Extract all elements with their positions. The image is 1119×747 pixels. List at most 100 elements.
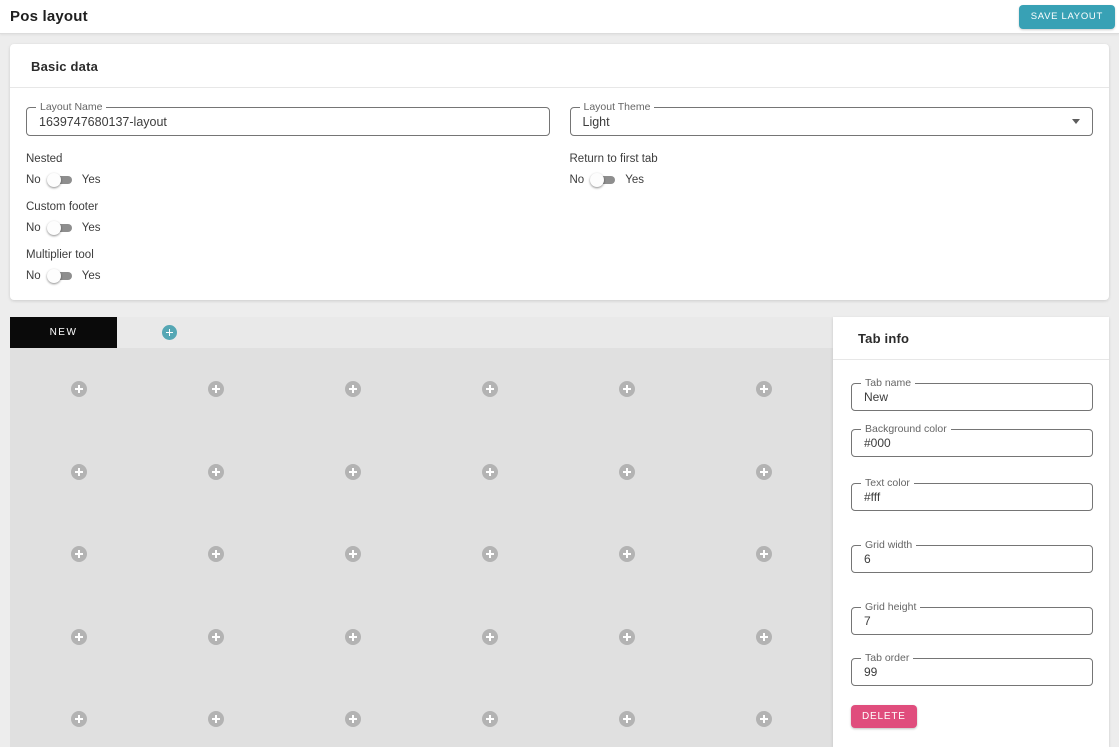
grid-canvas	[10, 348, 833, 747]
tab-order-label: Tab order	[861, 652, 913, 664]
add-item-icon	[756, 464, 772, 480]
toggle-nested-on-label: Yes	[82, 174, 101, 186]
grid-width-field: Grid width	[851, 545, 1093, 573]
toggle-custom-footer-off-label: No	[26, 222, 41, 234]
toggle-nested: Nested No Yes	[26, 153, 550, 186]
layout-theme-value: Light	[571, 115, 1073, 129]
add-item-icon	[345, 546, 361, 562]
grid-cell[interactable]	[559, 678, 696, 747]
add-item-icon	[482, 711, 498, 727]
toggle-return-to-first-tab-off-label: No	[570, 174, 585, 186]
grid-cell[interactable]	[422, 678, 559, 747]
toggle-return-to-first-tab: Return to first tab No Yes	[570, 153, 1094, 186]
add-item-icon	[345, 381, 361, 397]
add-item-icon	[345, 629, 361, 645]
grid-cell[interactable]	[284, 678, 421, 747]
add-item-icon	[619, 629, 635, 645]
add-item-icon	[208, 629, 224, 645]
grid-cell[interactable]	[696, 513, 833, 596]
grid-cell[interactable]	[147, 431, 284, 514]
save-layout-button[interactable]: SAVE LAYOUT	[1019, 5, 1115, 29]
grid-height-label: Grid height	[861, 601, 920, 613]
grid-cell[interactable]	[10, 513, 147, 596]
add-item-icon	[71, 381, 87, 397]
tab-bar: NEW	[10, 317, 833, 348]
grid-cell[interactable]	[284, 348, 421, 431]
delete-tab-button[interactable]: DELETE	[851, 705, 917, 728]
add-item-icon	[756, 711, 772, 727]
grid-cell[interactable]	[696, 348, 833, 431]
grid-cell[interactable]	[284, 431, 421, 514]
plus-icon	[162, 325, 177, 340]
tab-name-field: Tab name	[851, 383, 1093, 411]
tab-name-label: Tab name	[861, 377, 915, 389]
grid-cell[interactable]	[10, 678, 147, 747]
layout-theme-label: Layout Theme	[580, 101, 655, 113]
basic-data-title: Basic data	[10, 44, 1109, 87]
grid-cell[interactable]	[10, 431, 147, 514]
add-item-icon	[482, 629, 498, 645]
grid-cell[interactable]	[10, 348, 147, 431]
text-color-field: Text color	[851, 483, 1093, 511]
grid-cell[interactable]	[147, 596, 284, 679]
tab-info-panel: Tab info Tab name Background color Text …	[833, 317, 1109, 747]
add-item-icon	[208, 381, 224, 397]
add-item-icon	[756, 629, 772, 645]
add-tab-button[interactable]	[162, 325, 177, 340]
grid-cell[interactable]	[284, 596, 421, 679]
add-item-icon	[756, 381, 772, 397]
toggle-multiplier-tool-off-label: No	[26, 270, 41, 282]
tab-new[interactable]: NEW	[10, 317, 117, 348]
custom-footer-switch[interactable]	[50, 224, 72, 232]
add-item-icon	[756, 546, 772, 562]
grid-cell[interactable]	[696, 678, 833, 747]
layout-theme-select[interactable]: Layout Theme Light	[570, 107, 1094, 136]
layout-editor: NEW Tab info Tab name Background color T…	[10, 317, 1109, 747]
add-item-icon	[71, 711, 87, 727]
grid-width-label: Grid width	[861, 539, 916, 551]
toggle-nested-label: Nested	[26, 153, 550, 165]
toggle-nested-off-label: No	[26, 174, 41, 186]
grid-cell[interactable]	[696, 431, 833, 514]
add-item-icon	[208, 464, 224, 480]
return-to-first-tab-switch[interactable]	[593, 176, 615, 184]
toggle-multiplier-tool: Multiplier tool No Yes	[26, 249, 550, 282]
layout-name-label: Layout Name	[36, 101, 106, 113]
multiplier-tool-switch[interactable]	[50, 272, 72, 280]
toggle-return-to-first-tab-on-label: Yes	[625, 174, 644, 186]
page-title: Pos layout	[10, 8, 88, 25]
grid-cell[interactable]	[559, 596, 696, 679]
grid-cell[interactable]	[147, 513, 284, 596]
grid-cell[interactable]	[696, 596, 833, 679]
chevron-down-icon	[1072, 119, 1080, 124]
layout-name-field: Layout Name	[26, 107, 550, 136]
grid-pane: NEW	[10, 317, 833, 747]
grid-cell[interactable]	[147, 678, 284, 747]
nested-switch[interactable]	[50, 176, 72, 184]
grid-cell[interactable]	[422, 596, 559, 679]
background-color-label: Background color	[861, 423, 951, 435]
grid-cell[interactable]	[284, 513, 421, 596]
add-item-icon	[482, 546, 498, 562]
add-item-icon	[619, 546, 635, 562]
grid-cell[interactable]	[10, 596, 147, 679]
tab-order-field: Tab order	[851, 658, 1093, 686]
grid-cell[interactable]	[422, 348, 559, 431]
grid-cell[interactable]	[559, 348, 696, 431]
toggle-custom-footer-label: Custom footer	[26, 201, 550, 213]
grid-cell[interactable]	[422, 431, 559, 514]
toggle-multiplier-tool-on-label: Yes	[82, 270, 101, 282]
grid-cell[interactable]	[559, 513, 696, 596]
background-color-field: Background color	[851, 429, 1093, 457]
grid-cell[interactable]	[147, 348, 284, 431]
toggle-multiplier-tool-label: Multiplier tool	[26, 249, 550, 261]
add-item-icon	[345, 464, 361, 480]
basic-data-card: Basic data Layout Name Layout Theme Ligh…	[10, 44, 1109, 300]
add-item-icon	[619, 464, 635, 480]
add-item-icon	[71, 464, 87, 480]
top-bar: Pos layout SAVE LAYOUT	[0, 0, 1119, 34]
add-item-icon	[619, 381, 635, 397]
grid-cell[interactable]	[559, 431, 696, 514]
add-item-icon	[71, 629, 87, 645]
grid-cell[interactable]	[422, 513, 559, 596]
